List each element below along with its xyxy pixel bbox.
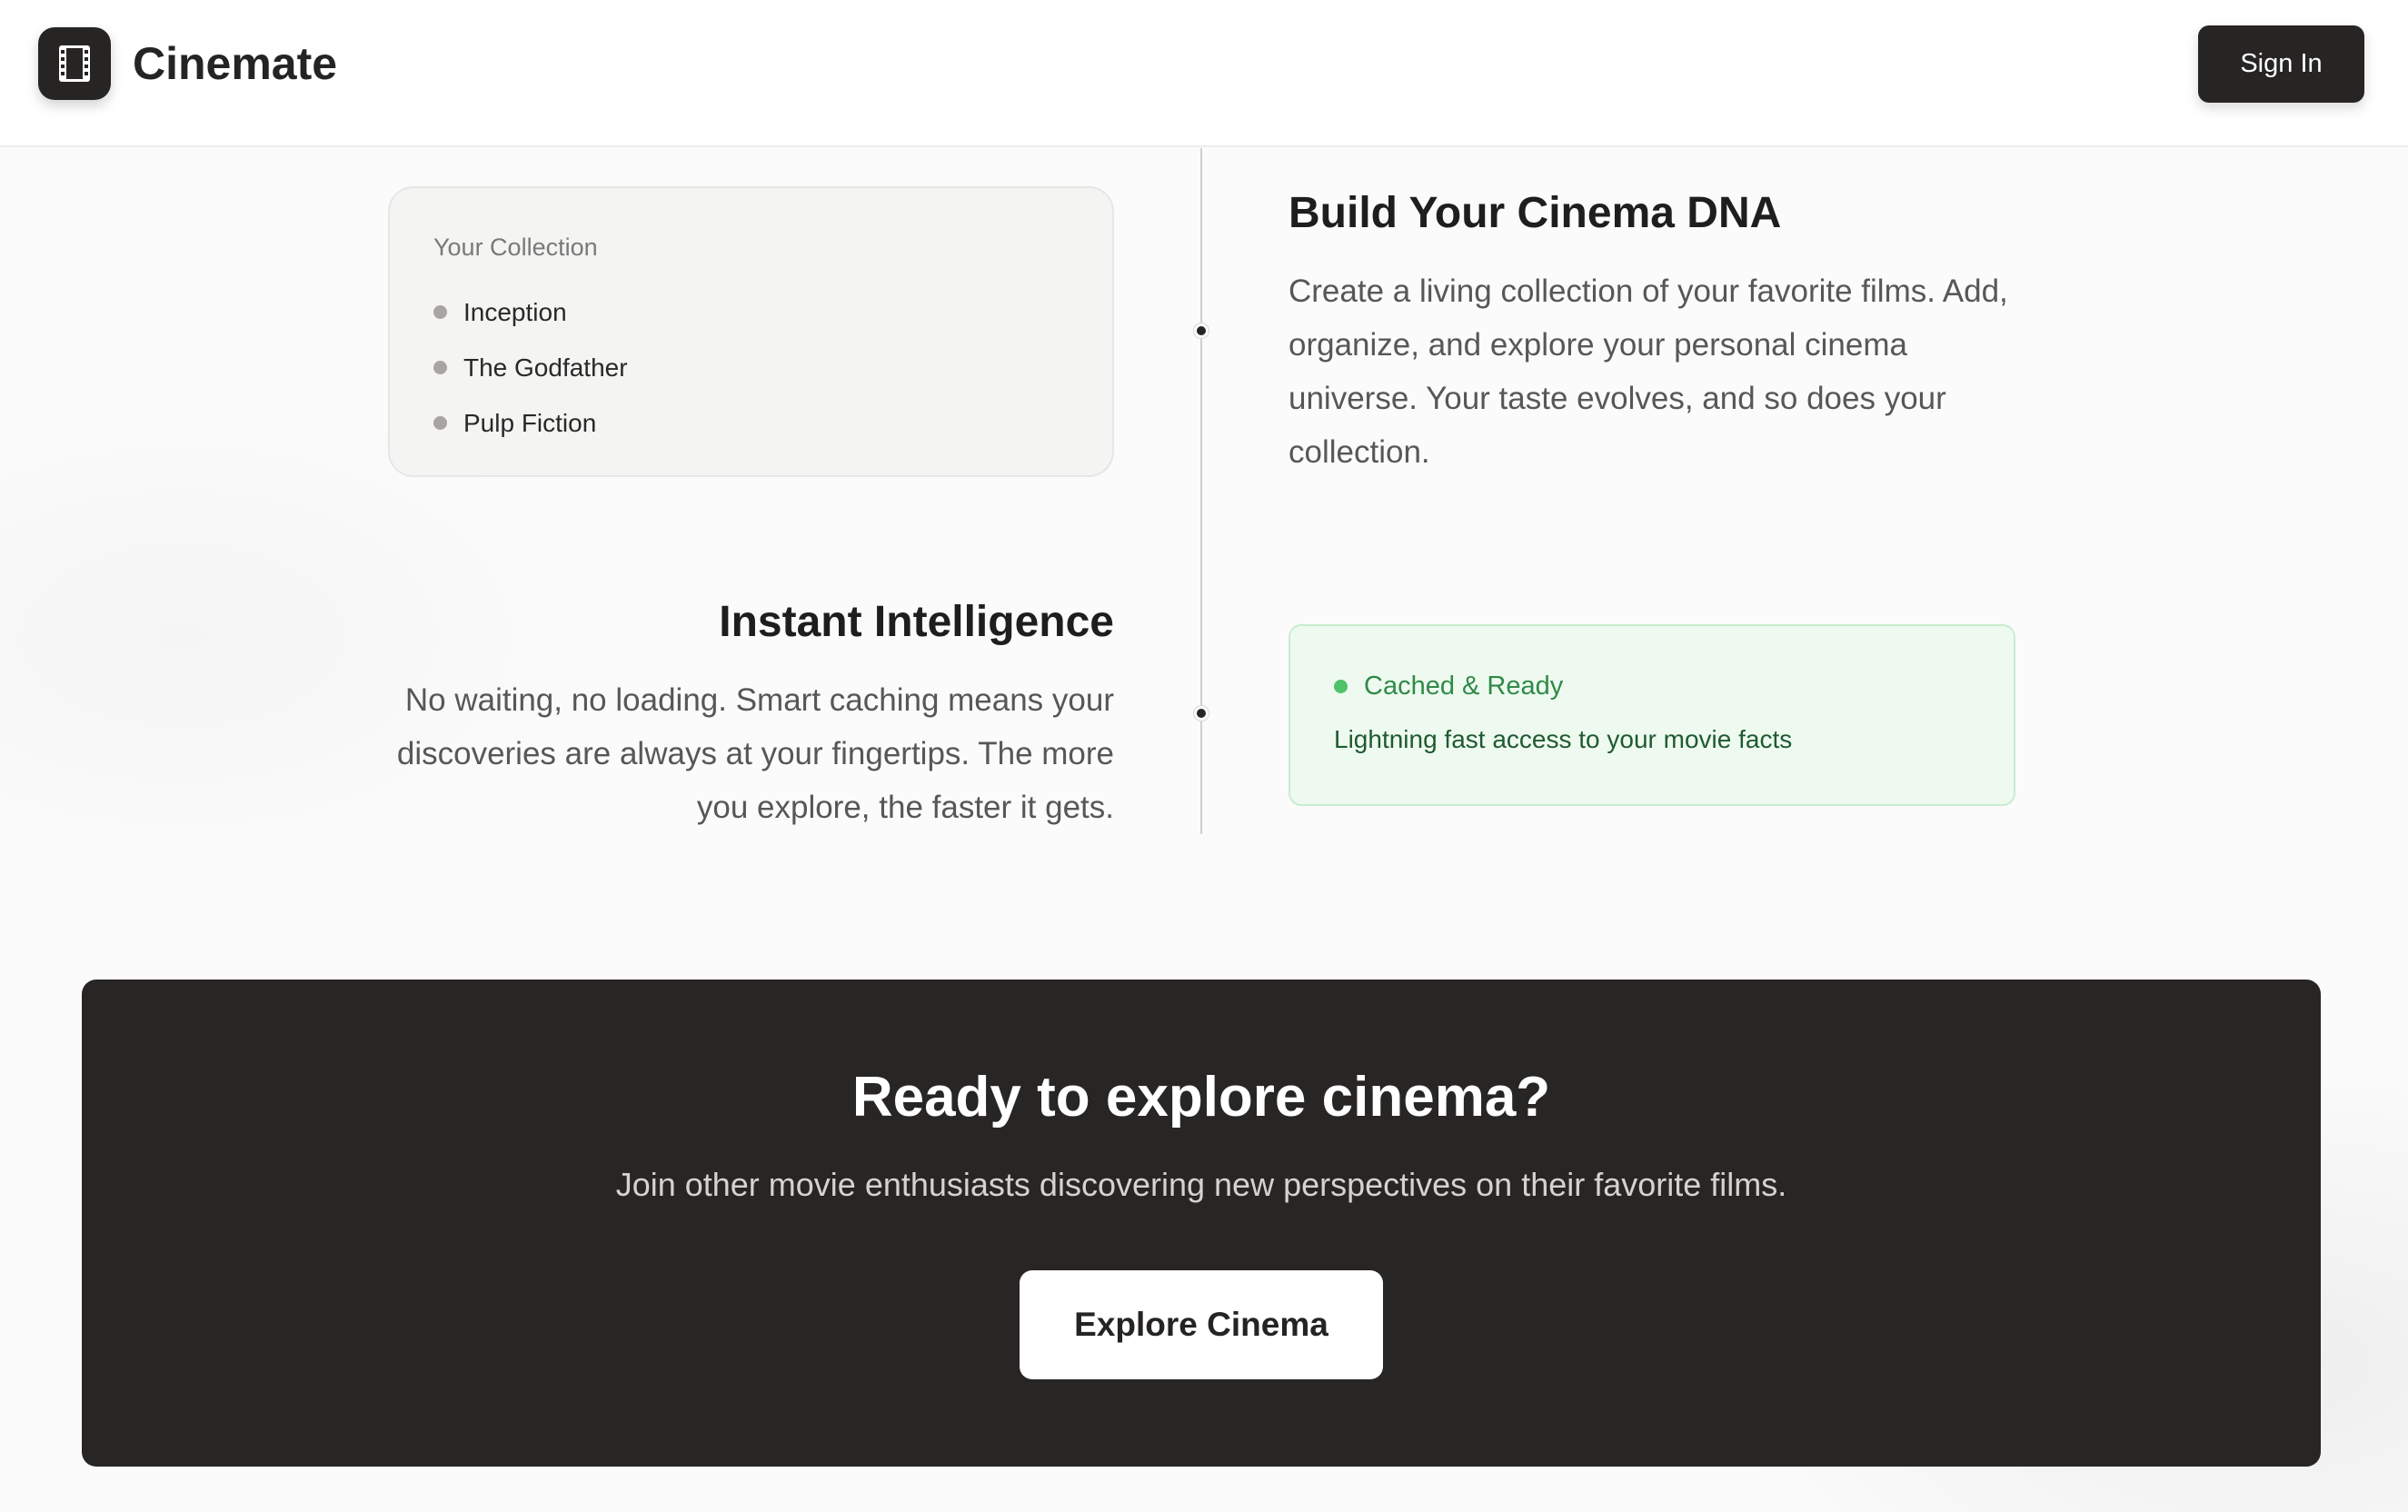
feature-description: Create a living collection of your favor… <box>1289 274 2008 470</box>
explore-cinema-button[interactable]: Explore Cinema <box>1020 1270 1383 1379</box>
timeline-line <box>1200 148 1202 834</box>
cache-status-card: Cached & Ready Lightning fast access to … <box>1289 624 2015 806</box>
collection-title: Your Collection <box>433 234 598 261</box>
cta-subtitle: Join other movie enthusiasts discovering… <box>615 1166 1787 1203</box>
film-icon <box>59 45 90 82</box>
movie-title: The Godfather <box>463 353 628 382</box>
status-dot-icon <box>1334 680 1348 693</box>
sign-in-button[interactable]: Sign In <box>2198 25 2364 103</box>
cache-status: Cached & Ready <box>1334 671 1563 701</box>
list-item: The Godfather <box>433 340 628 395</box>
list-item: Pulp Fiction <box>433 395 628 451</box>
feature-title: Instant Intelligence <box>719 598 1114 646</box>
top-header: Cinemate Sign In <box>0 0 2408 147</box>
cache-status-label: Cached & Ready <box>1364 671 1564 701</box>
movie-title: Pulp Fiction <box>463 408 597 437</box>
movie-title: Inception <box>463 297 567 326</box>
feature-description: No waiting, no loading. Smart caching me… <box>396 682 1114 825</box>
timeline-dot <box>1194 323 1209 338</box>
list-item: Inception <box>433 284 628 340</box>
cta-title: Ready to explore cinema? <box>851 1066 1551 1129</box>
logo[interactable] <box>38 27 111 100</box>
feature-title: Build Your Cinema DNA <box>1289 189 1782 237</box>
app-name[interactable]: Cinemate <box>133 35 337 93</box>
timeline-dot <box>1194 706 1209 721</box>
bullet-icon <box>433 361 447 374</box>
cta-banner: Ready to explore cinema? Join other movi… <box>82 980 2321 1467</box>
collection-card: Your Collection Inception The Godfather … <box>388 186 1114 477</box>
collection-list: Inception The Godfather Pulp Fiction <box>433 284 628 451</box>
bullet-icon <box>433 305 447 319</box>
bullet-icon <box>433 416 447 430</box>
cache-description: Lightning fast access to your movie fact… <box>1334 725 1793 753</box>
